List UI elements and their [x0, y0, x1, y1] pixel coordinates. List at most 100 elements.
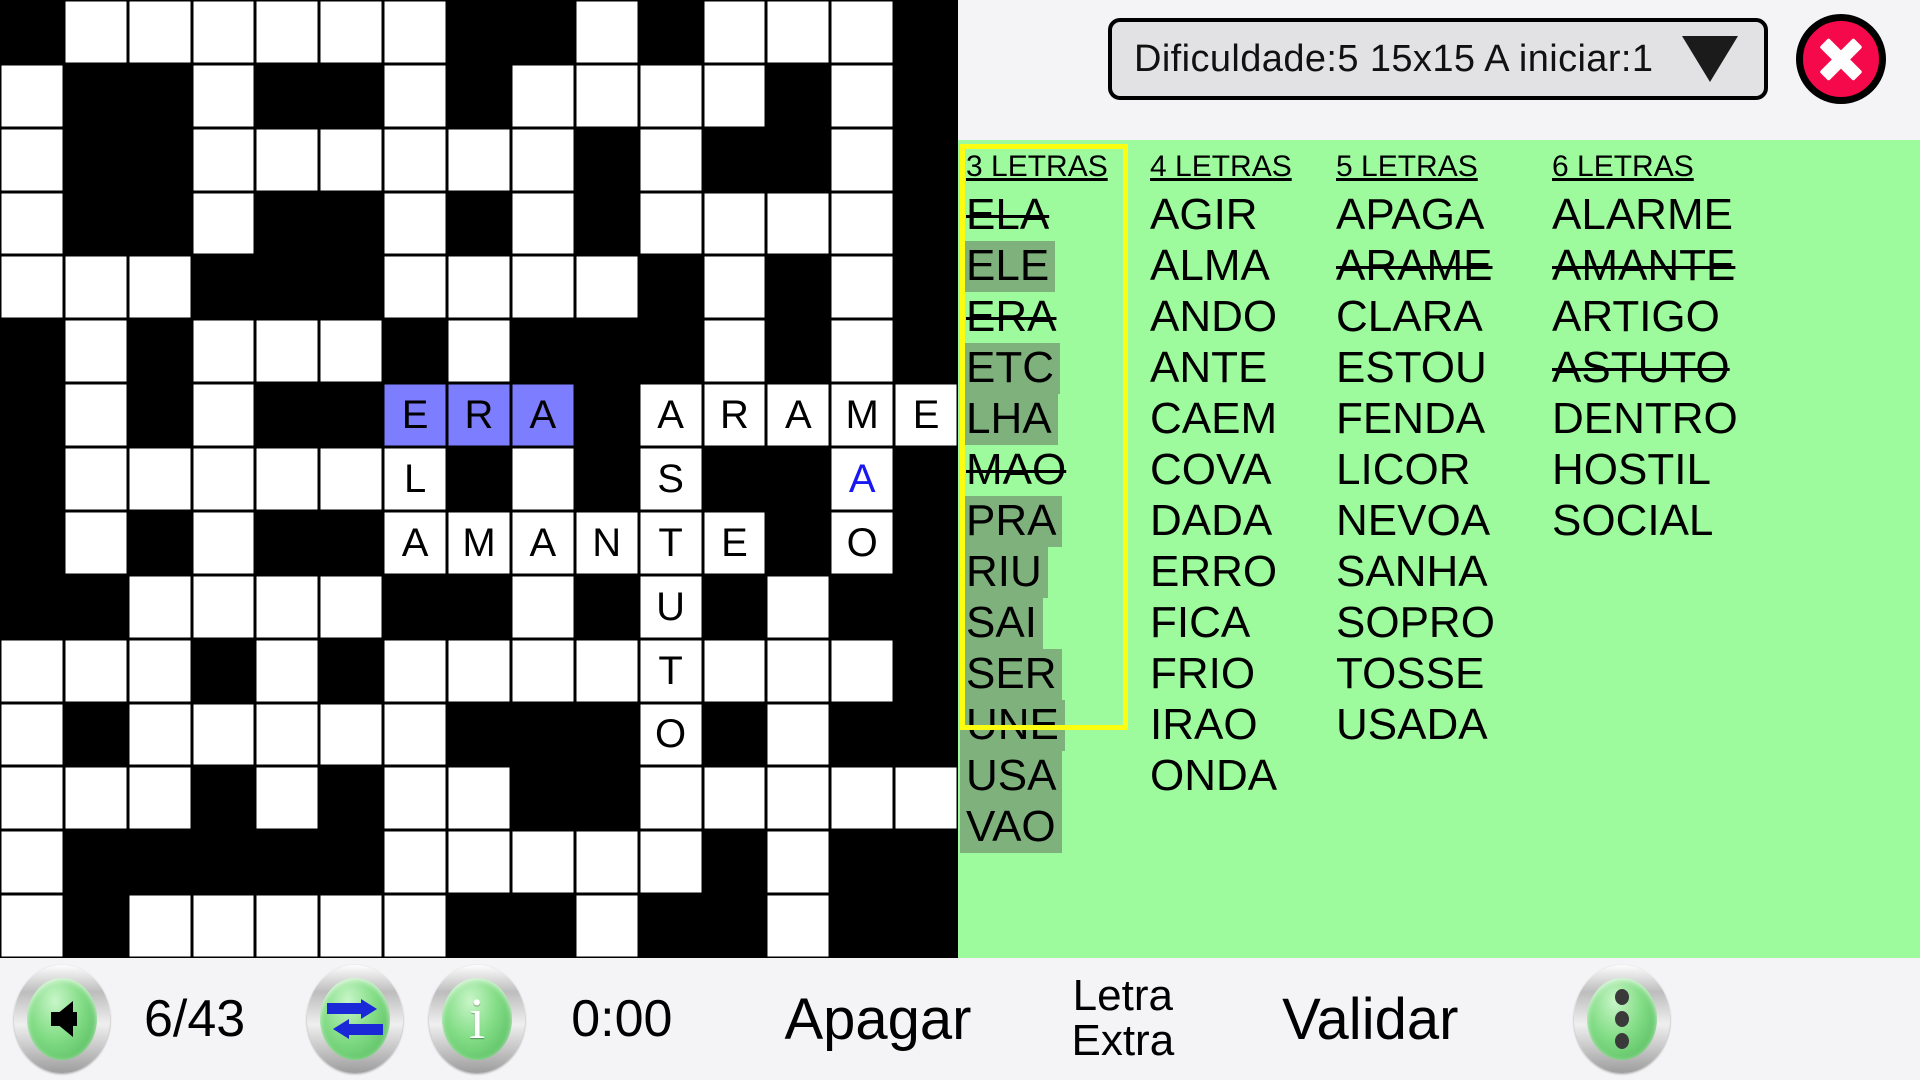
grid-cell-open[interactable]: [638, 127, 703, 192]
word-item[interactable]: IRAO: [1144, 700, 1264, 751]
grid-cell-open[interactable]: [191, 127, 256, 192]
grid-cell-open[interactable]: [574, 894, 639, 958]
grid-cell-open[interactable]: [127, 702, 192, 767]
grid-cell-open[interactable]: [383, 638, 448, 703]
grid-cell-open[interactable]: [255, 574, 320, 639]
grid-cell-open[interactable]: [510, 638, 575, 703]
grid-cell-open[interactable]: [63, 319, 128, 384]
swap-button[interactable]: [307, 965, 404, 1073]
word-item[interactable]: ALARME: [1546, 190, 1739, 241]
grid-cell-open[interactable]: [894, 766, 958, 831]
grid-cell-open[interactable]: [127, 638, 192, 703]
word-item[interactable]: COVA: [1144, 445, 1277, 496]
grid-cell-open[interactable]: [383, 894, 448, 958]
word-item[interactable]: AGIR: [1144, 190, 1264, 241]
grid-cell-open[interactable]: [447, 766, 511, 831]
grid-cell-open[interactable]: [766, 894, 831, 958]
grid-cell-open[interactable]: [766, 638, 831, 703]
grid-cell-open[interactable]: [0, 830, 64, 895]
word-item[interactable]: ELE: [960, 241, 1056, 292]
grid-cell-open[interactable]: [702, 766, 767, 831]
grid-cell-open[interactable]: [255, 638, 320, 703]
word-item[interactable]: NEVOA: [1330, 496, 1496, 547]
grid-cell-open[interactable]: N: [574, 510, 639, 575]
grid-cell-open[interactable]: [0, 702, 64, 767]
word-item[interactable]: SANHA: [1330, 547, 1494, 598]
grid-cell-open[interactable]: [191, 319, 256, 384]
grid-cell-open[interactable]: [830, 255, 895, 320]
grid-cell-open[interactable]: [574, 638, 639, 703]
grid-cell-open[interactable]: [191, 574, 256, 639]
word-item[interactable]: LHA: [960, 394, 1058, 445]
grid-cell-open[interactable]: [447, 319, 511, 384]
word-item[interactable]: DENTRO: [1546, 394, 1744, 445]
word-item[interactable]: LICOR: [1330, 445, 1476, 496]
grid-cell-open[interactable]: E: [702, 510, 767, 575]
menu-button[interactable]: [1574, 965, 1671, 1073]
grid-cell-open[interactable]: [319, 0, 384, 64]
grid-cell-open[interactable]: [702, 255, 767, 320]
word-item[interactable]: FRIO: [1144, 649, 1261, 700]
grid-cell-open[interactable]: O: [830, 510, 895, 575]
grid-cell-open[interactable]: [319, 319, 384, 384]
word-item[interactable]: ERA: [960, 292, 1062, 343]
grid-cell-open[interactable]: [830, 0, 895, 64]
validate-button[interactable]: Validar: [1282, 986, 1458, 1053]
grid-cell-open[interactable]: [383, 702, 448, 767]
grid-cell-open[interactable]: [574, 0, 639, 64]
grid-cell-open[interactable]: A: [638, 383, 703, 448]
grid-cell-open[interactable]: L: [383, 447, 448, 511]
grid-cell-open[interactable]: [447, 638, 511, 703]
word-item[interactable]: ARTIGO: [1546, 292, 1726, 343]
word-item[interactable]: ERRO: [1144, 547, 1283, 598]
word-item[interactable]: ESTOU: [1330, 343, 1493, 394]
grid-cell-open[interactable]: [319, 894, 384, 958]
grid-cell-open[interactable]: [63, 0, 128, 64]
grid-cell-open[interactable]: [383, 63, 448, 128]
grid-cell-open[interactable]: [255, 447, 320, 511]
grid-cell-open[interactable]: [830, 638, 895, 703]
grid-cell-open[interactable]: [638, 63, 703, 128]
grid-cell-open[interactable]: [63, 383, 128, 448]
grid-cell-open[interactable]: [319, 447, 384, 511]
grid-cell-open[interactable]: [447, 830, 511, 895]
grid-cell-open[interactable]: [510, 63, 575, 128]
word-item[interactable]: CLARA: [1330, 292, 1489, 343]
grid-cell-open[interactable]: [383, 127, 448, 192]
grid-cell-open[interactable]: [447, 127, 511, 192]
word-item[interactable]: APAGA: [1330, 190, 1490, 241]
grid-cell-open[interactable]: [510, 191, 575, 256]
grid-cell-open[interactable]: [830, 127, 895, 192]
extra-letter-button[interactable]: Letra Extra: [1071, 973, 1174, 1064]
grid-cell-open[interactable]: [0, 638, 64, 703]
grid-cell-open[interactable]: [127, 574, 192, 639]
puzzle-status-select[interactable]: Dificuldade:5 15x15 A iniciar:1: [1108, 18, 1768, 100]
grid-cell-open[interactable]: [383, 191, 448, 256]
grid-cell-open[interactable]: [383, 766, 448, 831]
grid-cell-open[interactable]: [574, 255, 639, 320]
grid-cell-open[interactable]: R: [447, 383, 511, 448]
grid-cell-open[interactable]: [766, 766, 831, 831]
grid-cell-open[interactable]: E: [894, 383, 958, 448]
grid-cell-open[interactable]: R: [702, 383, 767, 448]
grid-cell-open[interactable]: [319, 702, 384, 767]
grid-cell-open[interactable]: [63, 447, 128, 511]
grid-cell-open[interactable]: [574, 830, 639, 895]
close-button[interactable]: [1796, 14, 1886, 104]
grid-cell-open[interactable]: S: [638, 447, 703, 511]
grid-cell-open[interactable]: A: [383, 510, 448, 575]
grid-cell-open[interactable]: E: [383, 383, 448, 448]
grid-cell-open[interactable]: [830, 319, 895, 384]
grid-cell-open[interactable]: M: [830, 383, 895, 448]
chevron-down-icon[interactable]: [1682, 36, 1738, 82]
grid-cell-open[interactable]: [766, 191, 831, 256]
word-item[interactable]: CAEM: [1144, 394, 1283, 445]
grid-cell-open[interactable]: [63, 255, 128, 320]
info-button[interactable]: i: [429, 965, 526, 1073]
word-item[interactable]: SOCIAL: [1546, 496, 1719, 547]
grid-cell-open[interactable]: [0, 255, 64, 320]
grid-cell-open[interactable]: [830, 766, 895, 831]
grid-cell-open[interactable]: [191, 63, 256, 128]
grid-cell-open[interactable]: T: [638, 638, 703, 703]
grid-cell-open[interactable]: [0, 63, 64, 128]
